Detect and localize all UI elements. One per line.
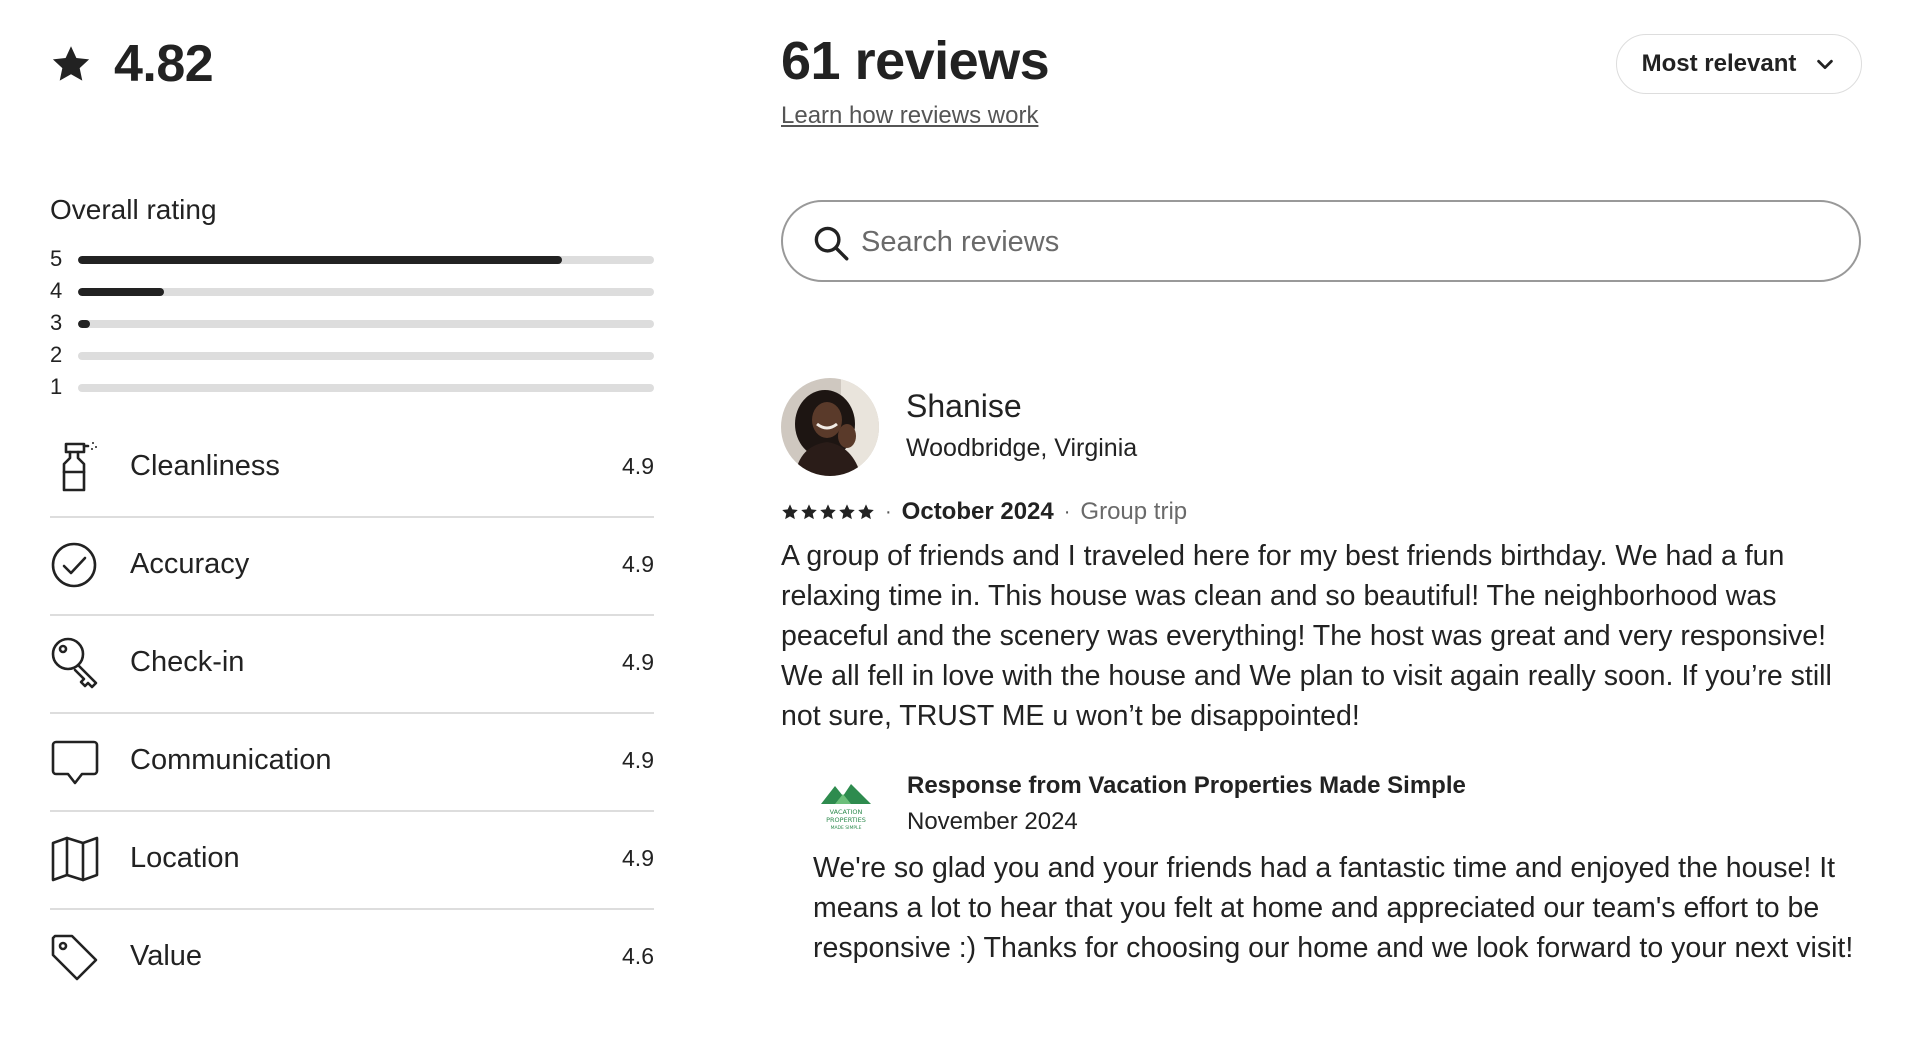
rating-bar-fill (78, 256, 562, 264)
tag-icon (51, 934, 98, 981)
review-meta: · October 2024 · Group trip (781, 498, 1187, 526)
rating-bar-track (78, 320, 654, 328)
category-value: 4.9 (622, 551, 654, 577)
review-date: October 2024 (901, 498, 1054, 525)
rating-bar-row: 5 (50, 244, 654, 276)
star-icon (858, 504, 874, 520)
sort-selected-label: Most relevant (1641, 50, 1797, 77)
meta-separator: · (1063, 500, 1071, 523)
star-icon (782, 504, 798, 520)
star-icon (52, 46, 90, 81)
category-ratings: Cleanliness 4.9 Accuracy 4.9 Check-in 4.… (50, 420, 654, 1008)
review-count-title: 61 reviews (781, 31, 1050, 91)
category-name: Communication (130, 744, 332, 776)
host-logo-text-line: MADE SIMPLE (831, 825, 862, 831)
rating-bar-label: 2 (50, 342, 63, 367)
category-row-location: Location 4.9 (50, 812, 654, 910)
check-circle-icon (51, 542, 97, 588)
rating-bar-label: 1 (50, 374, 63, 399)
sort-dropdown[interactable]: Most relevant (1616, 34, 1862, 94)
reviewer-location: Woodbridge, Virginia (906, 434, 1138, 462)
learn-how-reviews-work-link[interactable]: Learn how reviews work (781, 102, 1038, 130)
rating-bar-row: 3 (50, 308, 654, 340)
response-date: November 2024 (907, 808, 1078, 835)
rating-bar-fill (78, 288, 165, 296)
reviewer-photo (781, 378, 879, 476)
star-icon (820, 504, 836, 520)
rating-bar-track (78, 384, 654, 392)
category-value: 4.9 (622, 649, 654, 675)
rating-bar-label: 3 (50, 310, 63, 335)
category-name: Cleanliness (130, 450, 280, 482)
category-row-check-in: Check-in 4.9 (50, 616, 654, 714)
category-row-communication: Communication 4.9 (50, 714, 654, 812)
star-icon (839, 504, 855, 520)
review-trip-type: Group trip (1080, 498, 1188, 525)
rating-bar-label: 4 (50, 278, 63, 303)
category-value: 4.9 (622, 453, 654, 479)
key-icon (51, 637, 98, 689)
chevron-down-icon (1817, 59, 1834, 70)
category-row-accuracy: Accuracy 4.9 (50, 518, 654, 616)
response-title: Response from Vacation Properties Made S… (907, 772, 1466, 799)
search-icon (814, 226, 849, 261)
host-logo-icon: VACATION PROPERTIES MADE SIMPLE (821, 784, 871, 831)
category-name: Location (130, 842, 240, 874)
average-rating-header: 4.82 (50, 34, 214, 94)
map-icon (51, 836, 99, 882)
review-text: A group of friends and I traveled here f… (781, 540, 1832, 732)
overall-rating-title: Overall rating (50, 194, 217, 225)
rating-bar-label: 5 (50, 246, 63, 271)
rating-bar-track (78, 256, 654, 264)
category-value: 4.9 (622, 845, 654, 871)
category-value: 4.6 (622, 943, 654, 969)
meta-separator: · (885, 500, 892, 523)
overall-rating-distribution: 5 4 3 2 1 (50, 244, 654, 404)
host-logo-text-line: VACATION (830, 808, 863, 816)
star-icon (801, 504, 817, 520)
category-row-cleanliness: Cleanliness 4.9 (50, 420, 654, 518)
rating-bar-track (78, 288, 654, 296)
rating-bar-row: 2 (50, 340, 654, 372)
reviewer-avatar[interactable] (781, 378, 879, 476)
search-reviews-input[interactable] (861, 218, 1821, 266)
rating-bar-track (78, 352, 654, 360)
category-row-value: Value 4.6 (50, 910, 654, 1008)
spray-bottle-icon (62, 442, 97, 492)
category-name: Check-in (130, 646, 245, 678)
review-star-rating (781, 503, 875, 521)
rating-bar-fill (78, 320, 90, 328)
host-logo-text-line: PROPERTIES (826, 816, 866, 824)
rating-bar-row: 1 (50, 372, 654, 404)
average-rating-value: 4.82 (114, 35, 214, 93)
category-name: Accuracy (130, 548, 250, 580)
category-name: Value (130, 940, 203, 972)
search-reviews-box[interactable] (781, 200, 1861, 282)
reviewer-name: Shanise (906, 388, 1022, 424)
chat-bubble-icon (51, 740, 99, 785)
category-value: 4.9 (622, 747, 654, 773)
rating-bar-row: 4 (50, 276, 654, 308)
response-text: We're so glad you and your friends had a… (813, 852, 1854, 964)
